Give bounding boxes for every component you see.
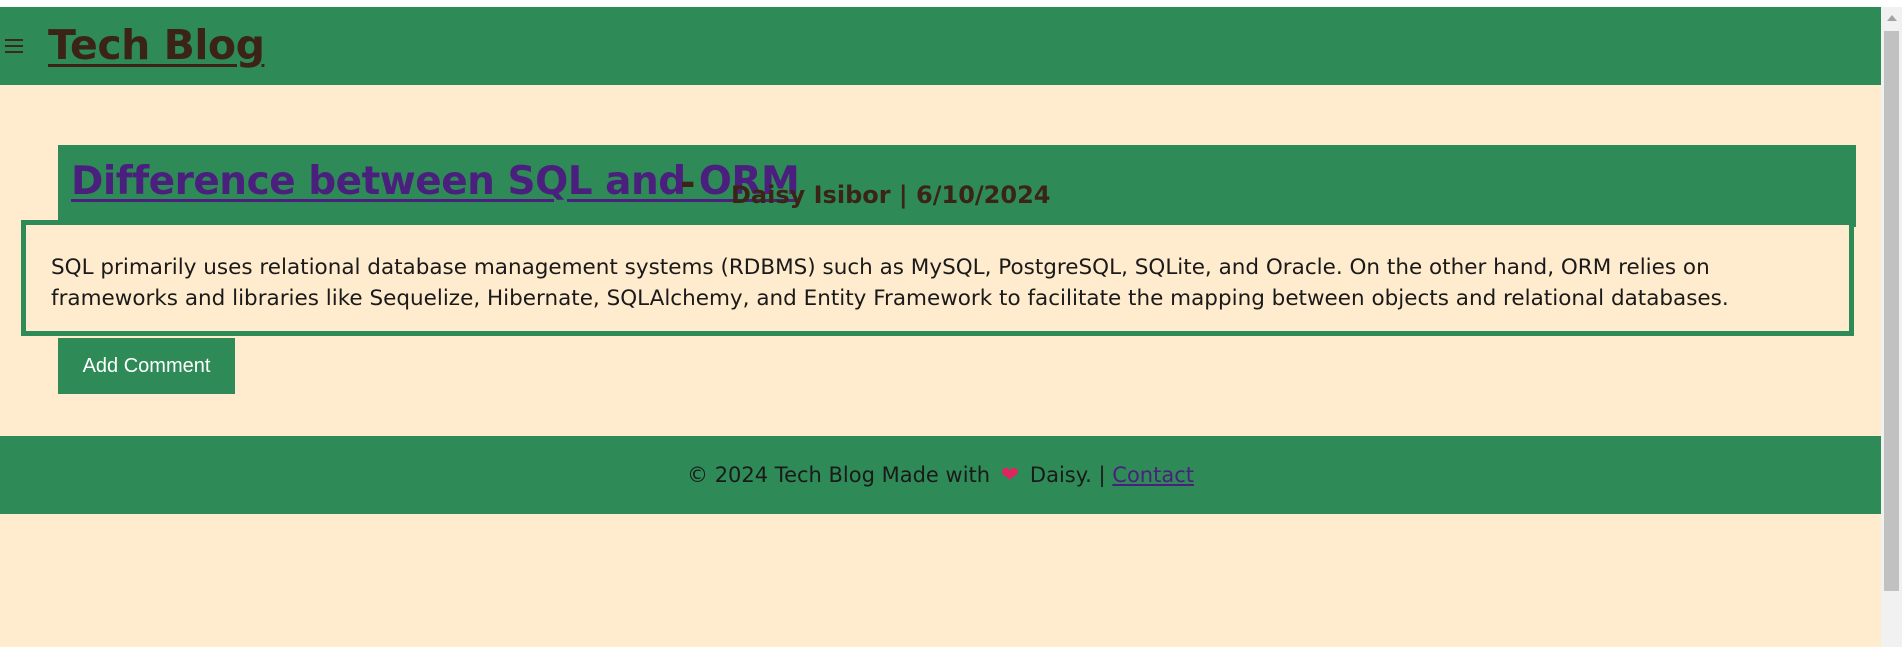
post-content: SQL primarily uses relational database m… — [21, 220, 1854, 336]
scroll-up-arrow-icon[interactable] — [1887, 15, 1897, 21]
site-header: Tech Blog — [0, 7, 1881, 85]
scrollbar-thumb[interactable] — [1884, 31, 1899, 591]
hamburger-menu-icon[interactable] — [5, 37, 23, 55]
vertical-scrollbar[interactable] — [1881, 7, 1902, 647]
post-author-date: Daisy Isibor | 6/10/2024 — [731, 181, 1051, 209]
add-comment-button[interactable]: Add Comment — [58, 338, 235, 394]
title-separator: - — [680, 161, 696, 204]
site-title-link[interactable]: Tech Blog — [48, 21, 265, 69]
site-footer: © 2024 Tech Blog Made with ❤ Daisy. | Co… — [0, 436, 1881, 514]
post-header: Difference between SQL and ORM - Daisy I… — [58, 145, 1856, 227]
heart-icon: ❤ — [1000, 463, 1020, 488]
footer-author-text: Daisy. | — [1029, 463, 1106, 487]
footer-copyright-text: © 2024 Tech Blog Made with — [687, 463, 991, 487]
page-viewport: Tech Blog Difference between SQL and ORM… — [0, 7, 1881, 647]
contact-link[interactable]: Contact — [1112, 463, 1194, 487]
